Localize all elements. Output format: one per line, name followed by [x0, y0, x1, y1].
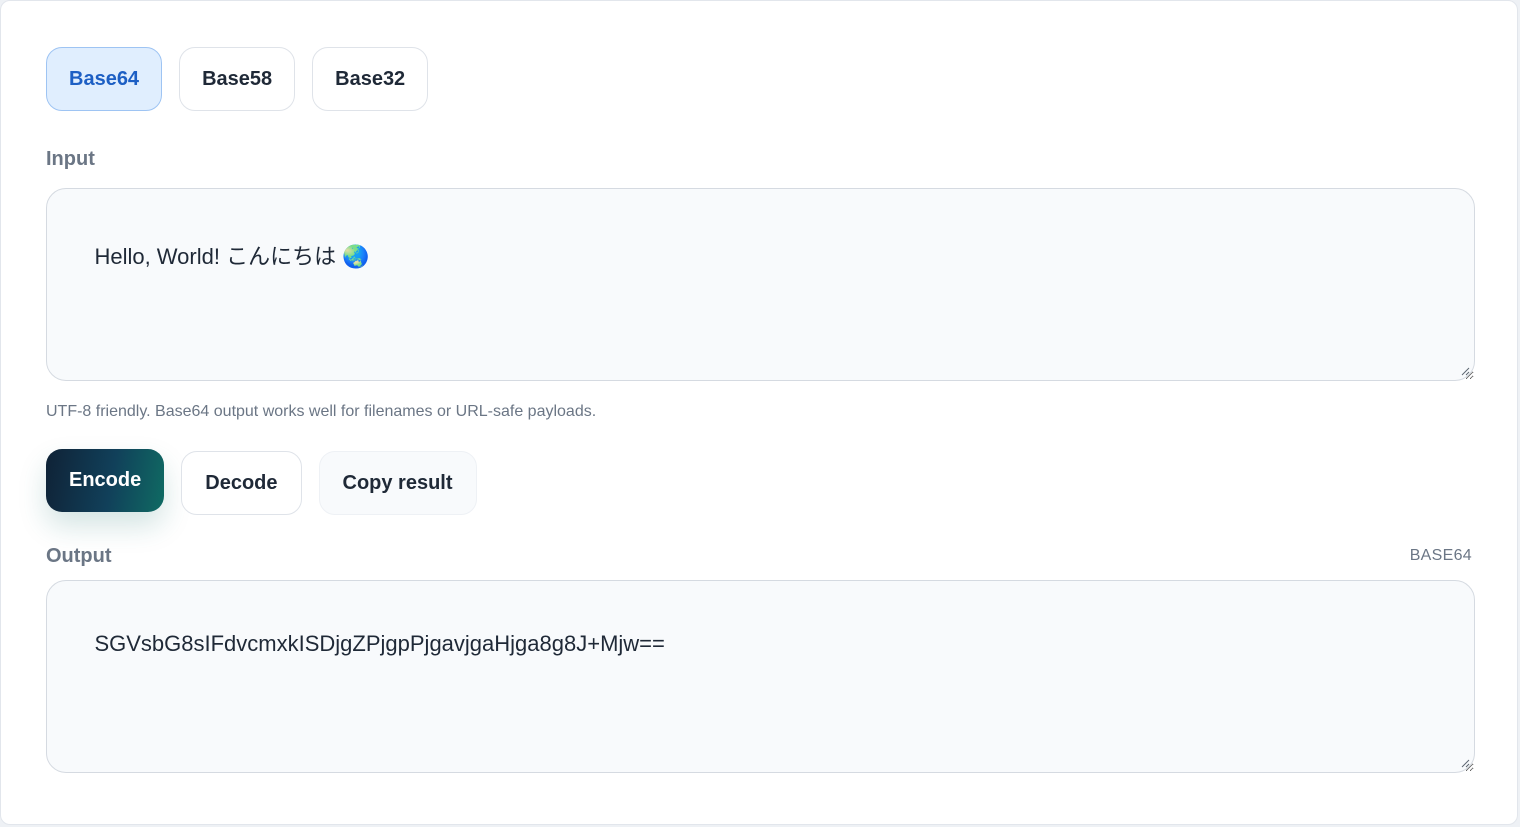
input-textarea[interactable]: Hello, World! こんにちは 🌏	[46, 188, 1475, 381]
output-text: SGVsbG8sIFdvcmxkISDjgZPjgpPjgavjgaHjga8g…	[94, 631, 665, 656]
tab-base58[interactable]: Base58	[179, 47, 296, 111]
copy-result-button[interactable]: Copy result	[318, 451, 477, 515]
tab-base64[interactable]: Base64	[46, 47, 163, 111]
output-textarea[interactable]: SGVsbG8sIFdvcmxkISDjgZPjgpPjgavjgaHjga8g…	[46, 580, 1475, 773]
encoding-tabs: Base64 Base58 Base32	[46, 47, 429, 111]
output-format-badge: BASE64	[1409, 547, 1472, 564]
input-label: Input	[46, 148, 95, 170]
encoder-card: Base64 Base58 Base32 Input Hello, World!…	[0, 0, 1518, 825]
input-text: Hello, World! こんにちは 🌏	[94, 244, 370, 269]
action-bar: Encode Decode Copy result	[46, 448, 477, 515]
decode-button[interactable]: Decode	[181, 451, 302, 515]
output-label: Output	[46, 545, 112, 567]
input-hint: UTF-8 friendly. Base64 output works well…	[46, 403, 597, 420]
encode-button[interactable]: Encode	[46, 448, 165, 512]
resize-grip-icon[interactable]	[1460, 366, 1470, 376]
resize-grip-icon[interactable]	[1460, 758, 1470, 768]
tab-base32[interactable]: Base32	[312, 47, 429, 111]
